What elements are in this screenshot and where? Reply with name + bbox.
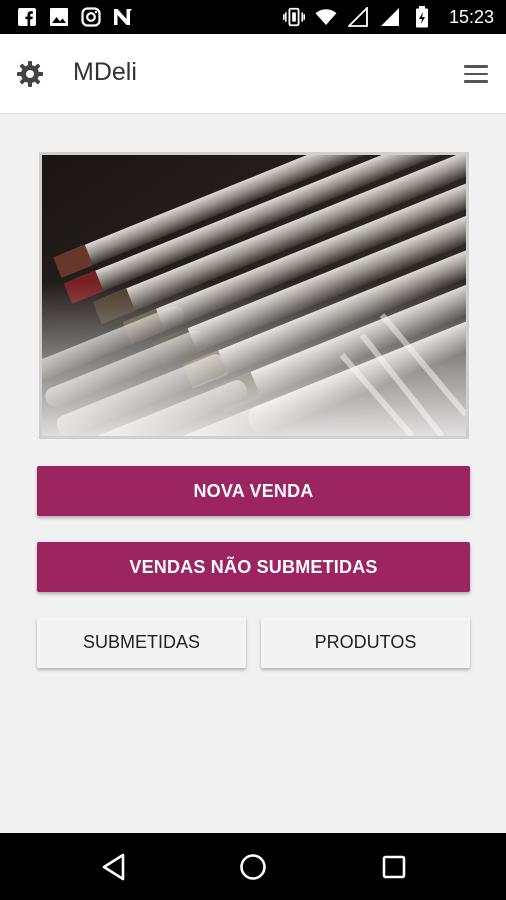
status-bar: 15:23	[0, 0, 506, 34]
status-time: 15:23	[448, 6, 494, 27]
wifi-icon	[315, 6, 337, 28]
signal-icon	[347, 6, 369, 28]
n-app-icon	[112, 6, 134, 28]
submetidas-button[interactable]: SUBMETIDAS	[37, 617, 246, 668]
produtos-button[interactable]: PRODUTOS	[261, 617, 470, 668]
wine-bottles-photo	[42, 155, 466, 436]
hero-image	[39, 152, 469, 439]
nova-venda-button[interactable]: NOVA VENDA	[37, 466, 470, 516]
gear-icon[interactable]	[15, 59, 45, 89]
signal-full-icon	[379, 6, 401, 28]
status-right: 15:23	[282, 6, 494, 28]
app-bar: MDeli	[0, 34, 506, 114]
facebook-icon	[16, 6, 38, 28]
image-icon	[48, 6, 70, 28]
navigation-bar	[0, 833, 506, 900]
vibrate-icon	[282, 6, 305, 28]
vendas-nao-submetidas-button[interactable]: VENDAS NÃO SUBMETIDAS	[37, 542, 470, 592]
hamburger-menu-icon[interactable]	[464, 60, 492, 88]
home-icon[interactable]	[237, 851, 269, 883]
instagram-icon	[80, 6, 102, 28]
app-title: MDeli	[73, 58, 137, 86]
status-left	[16, 6, 134, 28]
back-icon[interactable]	[98, 851, 130, 883]
battery-icon	[411, 6, 433, 28]
recent-apps-icon[interactable]	[378, 851, 410, 883]
